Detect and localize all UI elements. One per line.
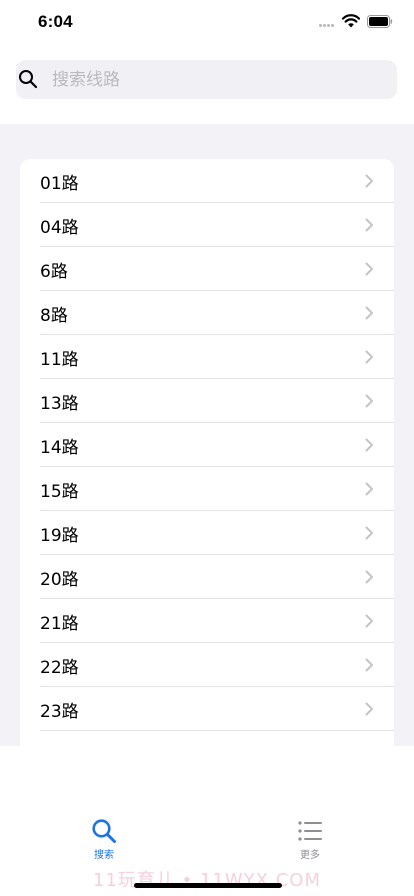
route-list: 01路 04路 6路 8路 11路 13路 14路 15路 19路 20路 21路 22路 23路 24路 (20, 159, 394, 746)
route-list-item[interactable]: 22路 (20, 643, 394, 687)
route-label: 11路 (40, 349, 79, 370)
tab-more[interactable]: 更多 (270, 818, 350, 864)
route-list-item[interactable]: 6路 (20, 247, 394, 291)
route-list-item[interactable]: 13路 (20, 379, 394, 423)
chevron-right-icon (365, 438, 373, 452)
route-list-item[interactable]: 04路 (20, 203, 394, 247)
route-label: 20路 (40, 569, 79, 590)
status-time: 6:04 (38, 12, 73, 31)
route-label: 01路 (40, 173, 79, 194)
chevron-right-icon (365, 570, 373, 584)
route-list-item[interactable]: 15路 (20, 467, 394, 511)
chevron-right-icon (365, 614, 373, 628)
route-label: 15路 (40, 481, 79, 502)
route-label: 6路 (40, 261, 68, 282)
tab-more-label: 更多 (300, 850, 320, 861)
watermark: 11玩育儿 • 11WYX.COM (93, 870, 321, 891)
route-list-area[interactable]: 01路 04路 6路 8路 11路 13路 14路 15路 19路 20路 21路 22路 23路 24路 (0, 124, 414, 746)
chevron-right-icon (365, 262, 373, 276)
route-list-item[interactable]: 01路 (20, 159, 394, 203)
route-label: 22路 (40, 657, 79, 678)
route-list-item[interactable]: 11路 (20, 335, 394, 379)
wifi-icon (342, 14, 360, 28)
chevron-right-icon (365, 218, 373, 232)
chevron-right-icon (365, 394, 373, 408)
route-label: 8路 (40, 305, 68, 326)
route-list-item[interactable]: 24路 (20, 731, 394, 747)
chevron-right-icon (365, 482, 373, 496)
chevron-right-icon (365, 174, 373, 188)
route-list-item[interactable]: 20路 (20, 555, 394, 599)
route-label: 21路 (40, 613, 79, 634)
chevron-right-icon (365, 658, 373, 672)
route-label: 13路 (40, 393, 79, 414)
route-label: 04路 (40, 217, 79, 238)
home-indicator (134, 883, 282, 888)
search-header (0, 46, 414, 124)
route-list-item[interactable]: 14路 (20, 423, 394, 467)
chevron-right-icon (365, 702, 373, 716)
chevron-right-icon (365, 526, 373, 540)
chevron-right-icon (365, 350, 373, 364)
route-list-item[interactable]: 21路 (20, 599, 394, 643)
app-screen: 6:04 01路 04路 6路 8路 11路 13路 14路 15路 19路 20路 21路 22路 2… (0, 0, 414, 896)
search-icon (19, 70, 38, 89)
search-box[interactable] (16, 60, 397, 99)
route-label: 19路 (40, 525, 79, 546)
tab-bar: 搜索 更多 11玩育儿 • 11WYX.COM (0, 746, 414, 896)
battery-icon (367, 15, 393, 28)
route-label: 14路 (40, 437, 79, 458)
route-list-item[interactable]: 23路 (20, 687, 394, 731)
status-bar: 6:04 (0, 0, 414, 46)
route-list-item[interactable]: 19路 (20, 511, 394, 555)
tab-search-label: 搜索 (94, 850, 114, 861)
chevron-right-icon (365, 306, 373, 320)
list-icon (298, 821, 322, 841)
route-list-item[interactable]: 8路 (20, 291, 394, 335)
search-input[interactable] (52, 60, 382, 99)
search-icon (92, 819, 116, 843)
signal-dots-icon (319, 24, 337, 29)
tab-search[interactable]: 搜索 (64, 818, 144, 864)
route-label: 23路 (40, 701, 79, 722)
